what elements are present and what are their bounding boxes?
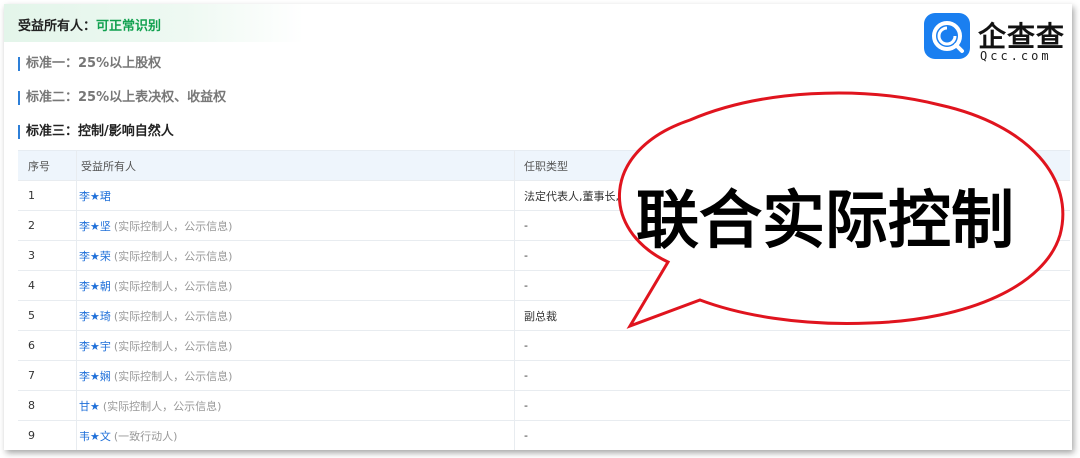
section-standard-2: 标准二：25%以上表决权、收益权 [18,91,226,105]
owner-cell: 李★琦 (实际控制人，公示信息) [76,301,509,330]
qichacha-logo: 企查查 Qcc.com [924,13,1072,63]
beneficial-owner-title: 受益所有人：可正常识别 [18,19,162,34]
owner-cell: 李★宇 (实际控制人，公示信息) [76,331,509,360]
table-row: 6 李★宇 (实际控制人，公示信息) - [18,331,1070,361]
row-number: 2 [28,219,35,232]
logo-subtitle: Qcc.com [980,49,1052,63]
row-number: 7 [28,369,35,382]
row-number: 6 [28,339,35,352]
section-standard-3: 标准三：控制/影响自然人 [18,125,174,139]
row-number: 8 [28,399,35,412]
role-cell: - [514,361,1064,390]
role-cell: - [514,271,1064,300]
owner-cell: 李★坚 (实际控制人，公示信息) [76,211,509,240]
col-header-owner: 受益所有人 [76,151,509,180]
owner-cell: 李★娴 (实际控制人，公示信息) [76,361,509,390]
owner-cell: 韦★文 (一致行动人) [76,421,509,450]
owner-name-link[interactable]: 李★朝 [79,278,111,294]
owner-name-link[interactable]: 李★坚 [79,218,111,234]
owner-name-link[interactable]: 李★荣 [79,248,111,264]
owner-name-link[interactable]: 李★珺 [79,188,111,204]
owner-note: (实际控制人，公示信息) [113,279,233,293]
owner-name-link[interactable]: 甘★ [79,398,100,414]
row-number: 3 [28,249,35,262]
owner-note: (一致行动人) [113,429,178,443]
logo-mark [924,13,970,59]
row-number: 1 [28,189,35,202]
owner-cell: 李★荣 (实际控制人，公示信息) [76,241,509,270]
owner-name-link[interactable]: 韦★文 [79,428,111,444]
section-standard-1: 标准一：25%以上股权 [18,57,161,71]
table-row: 9 韦★文 (一致行动人) - [18,421,1070,450]
owner-note: (实际控制人，公示信息) [113,309,233,323]
owner-cell: 李★朝 (实际控制人，公示信息) [76,271,509,300]
owner-name-link[interactable]: 李★琦 [79,308,111,324]
owner-cell: 李★珺 [76,181,509,210]
row-number: 5 [28,309,35,322]
owner-name-link[interactable]: 李★娴 [79,368,111,384]
owner-note: (实际控制人，公示信息) [113,249,233,263]
col-header-no: 序号 [28,159,50,173]
row-number: 9 [28,429,35,442]
logo-magnifier-icon [932,21,964,53]
owner-note: (实际控制人，公示信息) [102,399,222,413]
role-cell: - [514,391,1064,420]
table-row: 4 李★朝 (实际控制人，公示信息) - [18,271,1070,301]
table-row: 5 李★琦 (实际控制人，公示信息) 副总裁 [18,301,1070,331]
owner-cell: 甘★ (实际控制人，公示信息) [76,391,509,420]
row-number: 4 [28,279,35,292]
table-row: 7 李★娴 (实际控制人，公示信息) - [18,361,1070,391]
owner-note: (实际控制人，公示信息) [113,339,233,353]
owner-note: (实际控制人，公示信息) [113,219,233,233]
callout-text: 联合实际控制 [636,183,1014,257]
role-cell: - [514,421,1064,450]
role-cell: - [514,331,1064,360]
owner-name-link[interactable]: 李★宇 [79,338,111,354]
owner-note: (实际控制人，公示信息) [113,369,233,383]
role-cell: 副总裁 [514,301,1064,330]
status-text: 可正常识别 [96,19,162,34]
table-row: 8 甘★ (实际控制人，公示信息) - [18,391,1070,421]
